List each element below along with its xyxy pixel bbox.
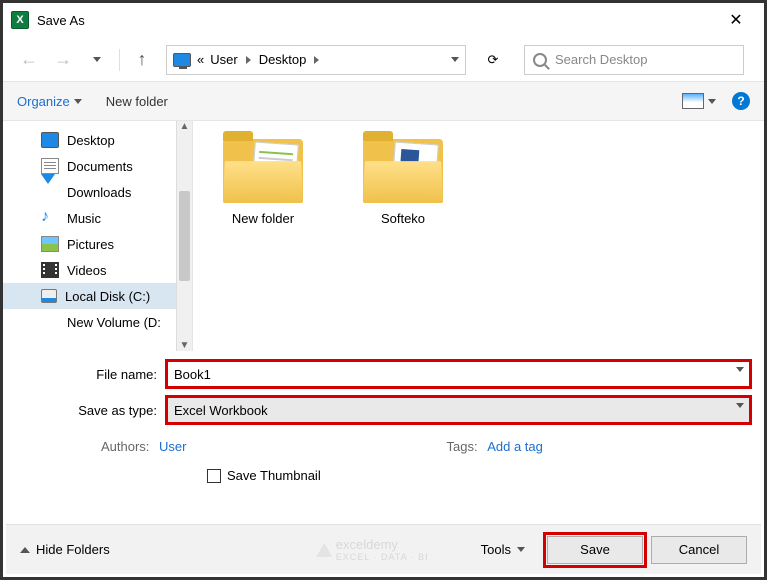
- filename-input[interactable]: [167, 361, 750, 387]
- chevron-down-icon: [517, 547, 525, 552]
- toolbar: Organize New folder ?: [3, 81, 764, 121]
- document-icon: [41, 158, 59, 174]
- music-icon: ♪: [41, 210, 59, 226]
- filename-history-dropdown[interactable]: [736, 367, 744, 372]
- view-button[interactable]: [682, 93, 716, 109]
- watermark: exceldemy EXCEL · DATA · BI: [316, 537, 429, 562]
- breadcrumb-desktop[interactable]: Desktop: [259, 52, 307, 67]
- chevron-down-icon: [74, 99, 82, 104]
- desktop-icon: [41, 132, 59, 148]
- chevron-up-icon: [20, 547, 30, 553]
- title-bar: X Save As ✕: [3, 3, 764, 37]
- search-icon: [533, 53, 547, 67]
- tree-item-pictures[interactable]: Pictures: [3, 231, 192, 257]
- save-button[interactable]: Save: [547, 536, 643, 564]
- nav-tree: Desktop Documents Downloads ♪Music Pictu…: [3, 121, 193, 351]
- savetype-dropdown[interactable]: Excel Workbook: [167, 397, 750, 423]
- save-thumbnail-label: Save Thumbnail: [227, 468, 321, 483]
- folder-label: New folder: [213, 211, 313, 226]
- tags-value[interactable]: Add a tag: [487, 439, 543, 454]
- authors-value[interactable]: User: [159, 439, 186, 454]
- filename-field-wrap: [167, 361, 750, 387]
- savetype-field-wrap: Excel Workbook: [167, 397, 750, 423]
- filename-label: File name:: [17, 367, 167, 382]
- excel-icon: X: [11, 11, 29, 29]
- scroll-up-icon[interactable]: ▲: [177, 121, 192, 132]
- tree-item-truncated[interactable]: New Volume (D:: [3, 309, 192, 335]
- organize-menu[interactable]: Organize: [17, 94, 82, 109]
- videos-icon: [41, 262, 59, 278]
- back-button[interactable]: ←: [15, 46, 43, 74]
- tree-item-documents[interactable]: Documents: [3, 153, 192, 179]
- nav-row: ← → ↑ « User Desktop ⟳ Search Desktop: [3, 37, 764, 81]
- folder-item[interactable]: Softeko: [353, 139, 453, 226]
- forward-button: →: [49, 46, 77, 74]
- cancel-button[interactable]: Cancel: [651, 536, 747, 564]
- hide-folders-button[interactable]: Hide Folders: [20, 542, 110, 557]
- folder-content[interactable]: New folder Softeko: [193, 121, 764, 351]
- tree-item-desktop[interactable]: Desktop: [3, 127, 192, 153]
- scroll-thumb[interactable]: [179, 191, 190, 281]
- download-icon: [41, 184, 59, 200]
- save-thumbnail-checkbox[interactable]: [207, 469, 221, 483]
- tree-item-videos[interactable]: Videos: [3, 257, 192, 283]
- address-bar[interactable]: « User Desktop: [166, 45, 466, 75]
- folder-item[interactable]: New folder: [213, 139, 313, 226]
- tools-menu[interactable]: Tools: [481, 542, 525, 557]
- breadcrumb-prefix: «: [197, 52, 204, 67]
- folder-label: Softeko: [353, 211, 453, 226]
- up-button[interactable]: ↑: [128, 46, 156, 74]
- main-area: Desktop Documents Downloads ♪Music Pictu…: [3, 121, 764, 351]
- search-input[interactable]: Search Desktop: [524, 45, 744, 75]
- tree-item-downloads[interactable]: Downloads: [3, 179, 192, 205]
- breadcrumb-user[interactable]: User: [210, 52, 237, 67]
- save-as-dialog: X Save As ✕ ← → ↑ « User Desktop ⟳ Searc…: [0, 0, 767, 580]
- authors-label: Authors:: [101, 439, 149, 454]
- new-folder-button[interactable]: New folder: [106, 94, 168, 109]
- save-form: File name: Save as type: Excel Workbook …: [3, 351, 764, 483]
- chevron-right-icon: [246, 56, 251, 64]
- chevron-right-icon: [314, 56, 319, 64]
- folder-icon: [223, 139, 303, 203]
- tags-label: Tags:: [447, 439, 478, 454]
- folder-icon: [363, 139, 443, 203]
- footer: Hide Folders exceldemy EXCEL · DATA · BI…: [6, 524, 761, 574]
- search-placeholder: Search Desktop: [555, 52, 648, 67]
- chevron-down-icon: [708, 99, 716, 104]
- view-icon: [682, 93, 704, 109]
- window-title: Save As: [37, 13, 716, 28]
- tree-scrollbar[interactable]: ▲ ▼: [176, 121, 192, 351]
- recent-dropdown[interactable]: [83, 46, 111, 74]
- address-history-dropdown[interactable]: [451, 57, 459, 62]
- scroll-down-icon[interactable]: ▼: [177, 340, 192, 351]
- savetype-label: Save as type:: [17, 403, 167, 418]
- chevron-down-icon: [736, 403, 744, 408]
- refresh-button[interactable]: ⟳: [478, 45, 508, 75]
- disk-icon: [41, 289, 57, 303]
- tree-item-local-disk[interactable]: Local Disk (C:): [3, 283, 192, 309]
- tree-item-music[interactable]: ♪Music: [3, 205, 192, 231]
- pictures-icon: [41, 236, 59, 252]
- pc-icon: [173, 53, 191, 67]
- close-button[interactable]: ✕: [716, 10, 756, 30]
- help-button[interactable]: ?: [732, 92, 750, 110]
